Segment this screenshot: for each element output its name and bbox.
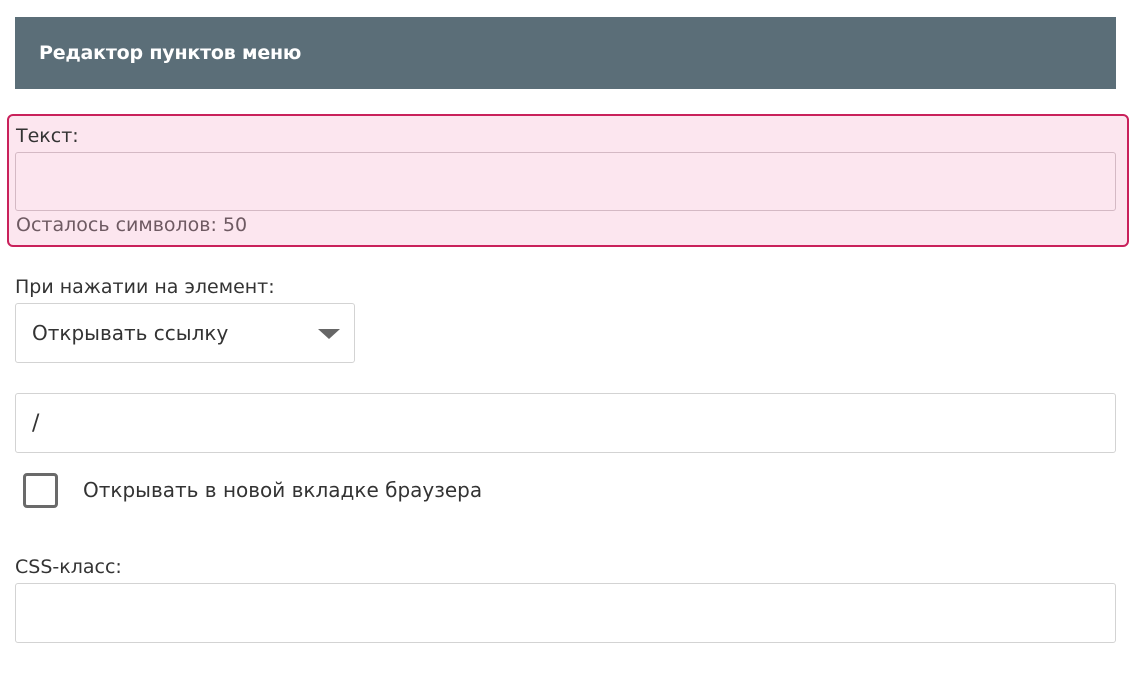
new-tab-checkbox[interactable]: [23, 473, 58, 508]
click-action-select[interactable]: Открывать ссылку: [15, 303, 355, 363]
text-field-group: Текст: Осталось символов: 50: [7, 114, 1129, 247]
page-title: Редактор пунктов меню: [39, 42, 302, 64]
menu-item-editor: Редактор пунктов меню Текст: Осталось си…: [0, 0, 1136, 674]
chevron-down-icon: [318, 329, 340, 339]
text-field-label: Текст:: [16, 125, 79, 147]
editor-header: Редактор пунктов меню: [15, 17, 1116, 89]
new-tab-checkbox-label[interactable]: Открывать в новой вкладке браузера: [83, 478, 482, 502]
css-class-input[interactable]: [15, 583, 1116, 643]
text-input[interactable]: [15, 152, 1116, 211]
link-url-input[interactable]: [15, 393, 1116, 453]
css-class-label: CSS-класс:: [15, 556, 122, 578]
click-action-selected-value: Открывать ссылку: [32, 321, 229, 345]
click-action-label: При нажатии на элемент:: [15, 276, 275, 298]
remaining-chars-counter: Осталось символов: 50: [16, 214, 248, 236]
